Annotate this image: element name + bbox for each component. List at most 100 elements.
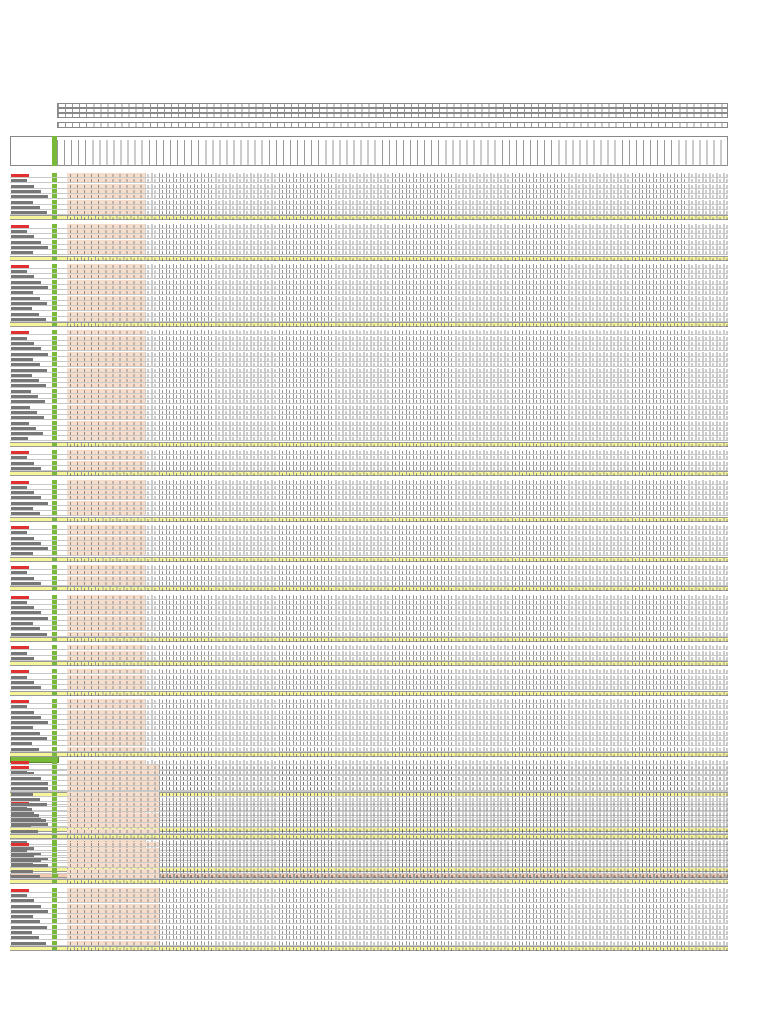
row-cells[interactable] — [67, 356, 728, 361]
row-cells[interactable] — [67, 720, 728, 725]
row-cells[interactable] — [67, 431, 728, 436]
section-header-row[interactable] — [10, 450, 728, 455]
row-cells[interactable] — [67, 662, 728, 667]
table-row[interactable] — [10, 903, 728, 909]
row-cells[interactable] — [67, 479, 728, 484]
subtotal-row[interactable] — [10, 471, 728, 477]
table-row[interactable] — [10, 935, 728, 941]
row-cells[interactable] — [67, 807, 728, 812]
table-row[interactable] — [10, 746, 728, 752]
table-row[interactable] — [10, 506, 728, 511]
table-row[interactable] — [10, 680, 728, 685]
row-cells[interactable] — [67, 575, 728, 580]
row-cells[interactable] — [67, 351, 728, 356]
row-cells[interactable] — [67, 460, 728, 465]
table-row[interactable] — [10, 306, 728, 312]
row-cells[interactable] — [67, 269, 728, 274]
table-row[interactable] — [10, 709, 728, 715]
table-row[interactable] — [10, 580, 728, 586]
table-row[interactable] — [10, 500, 728, 506]
section-header-row[interactable] — [10, 173, 728, 178]
row-cells[interactable] — [67, 362, 728, 367]
table-row[interactable] — [10, 199, 728, 205]
subtotal-row[interactable] — [10, 879, 728, 885]
table-row[interactable] — [10, 940, 728, 946]
row-cells[interactable] — [67, 204, 728, 209]
row-cells[interactable] — [67, 714, 728, 719]
subtotal-row[interactable] — [10, 751, 728, 757]
row-cells[interactable] — [67, 621, 728, 625]
table-row[interactable] — [10, 484, 728, 490]
table-row[interactable] — [10, 626, 728, 632]
row-cells[interactable] — [67, 645, 728, 650]
row-cells[interactable] — [67, 736, 728, 740]
subtotal-row[interactable] — [10, 441, 728, 447]
row-cells[interactable] — [67, 898, 728, 903]
row-cells[interactable] — [67, 472, 728, 477]
table-row[interactable] — [10, 460, 728, 466]
table-row[interactable] — [10, 570, 728, 576]
table-row[interactable] — [10, 490, 728, 496]
table-row[interactable] — [10, 847, 728, 853]
row-cells[interactable] — [67, 383, 728, 388]
row-cells[interactable] — [67, 316, 728, 321]
row-cells[interactable] — [67, 378, 728, 383]
section-header-row[interactable] — [10, 223, 728, 229]
table-row[interactable] — [10, 420, 728, 426]
table-row[interactable] — [10, 621, 728, 626]
row-cells[interactable] — [67, 605, 728, 610]
row-cells[interactable] — [67, 903, 728, 908]
table-row[interactable] — [10, 183, 728, 189]
row-cells[interactable] — [67, 655, 728, 660]
table-row[interactable] — [10, 495, 728, 501]
row-cells[interactable] — [67, 880, 728, 885]
table-row[interactable] — [10, 655, 728, 661]
table-row[interactable] — [10, 210, 728, 216]
table-row[interactable] — [10, 511, 728, 517]
table-row[interactable] — [10, 399, 728, 405]
section-header-row[interactable] — [10, 842, 728, 848]
row-cells[interactable] — [67, 306, 728, 311]
table-row[interactable] — [10, 535, 728, 541]
row-cells[interactable] — [67, 210, 728, 215]
row-cells[interactable] — [67, 930, 728, 934]
table-row[interactable] — [10, 551, 728, 557]
table-row[interactable] — [10, 356, 728, 362]
table-row[interactable] — [10, 714, 728, 720]
table-row[interactable] — [10, 316, 728, 322]
section-header-row[interactable] — [10, 565, 728, 570]
row-cells[interactable] — [67, 535, 728, 540]
row-cells[interactable] — [67, 791, 728, 796]
row-cells[interactable] — [67, 300, 728, 305]
table-row[interactable] — [10, 780, 728, 786]
table-row[interactable] — [10, 575, 728, 581]
row-cells[interactable] — [67, 786, 728, 791]
row-cells[interactable] — [67, 223, 728, 228]
table-row[interactable] — [10, 546, 728, 552]
row-cells[interactable] — [67, 394, 728, 398]
row-cells[interactable] — [67, 892, 728, 897]
row-cells[interactable] — [67, 818, 728, 822]
row-cells[interactable] — [67, 367, 728, 372]
row-cells[interactable] — [67, 450, 728, 454]
table-row[interactable] — [10, 908, 728, 914]
row-cells[interactable] — [67, 802, 728, 807]
row-cells[interactable] — [67, 341, 728, 345]
row-cells[interactable] — [67, 530, 728, 535]
row-cells[interactable] — [67, 680, 728, 684]
row-cells[interactable] — [67, 674, 728, 679]
table-row[interactable] — [10, 295, 728, 301]
row-cells[interactable] — [67, 188, 728, 193]
section-header-row[interactable] — [10, 479, 728, 485]
table-row[interactable] — [10, 351, 728, 357]
row-cells[interactable] — [67, 295, 728, 300]
row-cells[interactable] — [67, 765, 728, 769]
table-row[interactable] — [10, 229, 728, 234]
row-cells[interactable] — [67, 216, 728, 221]
row-cells[interactable] — [67, 565, 728, 569]
table-row[interactable] — [10, 807, 728, 813]
table-row[interactable] — [10, 530, 728, 536]
section-header-row[interactable] — [10, 330, 728, 336]
table-row[interactable] — [10, 796, 728, 802]
table-row[interactable] — [10, 204, 728, 210]
